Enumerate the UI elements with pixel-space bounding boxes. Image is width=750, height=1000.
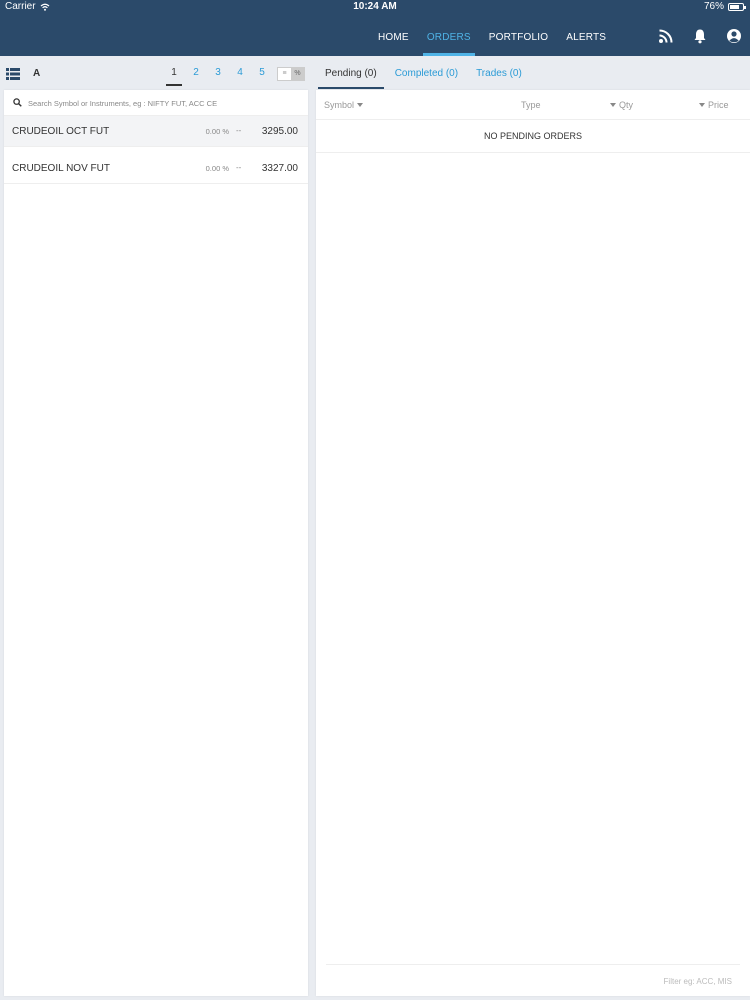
nav-orders[interactable]: ORDERS — [418, 14, 480, 56]
column-type[interactable]: Type — [521, 100, 541, 110]
nav-alerts[interactable]: ALERTS — [557, 14, 615, 56]
watchlist-change: -- — [236, 163, 242, 172]
view-mode-toggle[interactable]: ≡ % — [277, 67, 305, 81]
watchlist-price: 3327.00 — [261, 163, 298, 174]
battery-status: 76% — [703, 1, 746, 12]
nav-home[interactable]: HOME — [369, 14, 418, 56]
column-symbol-label: Symbol — [324, 100, 355, 110]
watchlist-page-4[interactable]: 4 — [229, 62, 251, 84]
watchlist-symbol: CRUDEOIL OCT FUT — [12, 126, 110, 137]
watchlist-page-3[interactable]: 3 — [207, 62, 229, 84]
column-symbol[interactable]: Symbol — [324, 100, 364, 110]
battery-icon — [728, 2, 746, 11]
sort-caret-icon — [357, 103, 364, 107]
watchlist-header: A 1 2 3 4 5 ≡ % — [0, 62, 310, 88]
watchlist-symbol: CRUDEOIL NOV FUT — [12, 163, 110, 174]
watchlist-page-5[interactable]: 5 — [251, 62, 273, 84]
watchlist-change: -- — [236, 126, 242, 135]
column-qty[interactable]: Qty — [610, 100, 633, 110]
orders-table-header: Symbol Type Qty Price — [316, 90, 750, 120]
list-icon[interactable] — [6, 68, 20, 80]
watchlist-page-2[interactable]: 2 — [185, 62, 207, 84]
nav-icons — [658, 28, 742, 44]
status-bar: Carrier 10:24 AM 76% — [0, 0, 750, 14]
column-price[interactable]: Price — [699, 100, 729, 110]
user-icon[interactable] — [726, 28, 742, 44]
watchlist-pages: 1 2 3 4 5 — [163, 62, 273, 86]
search-input[interactable] — [28, 95, 298, 111]
top-navbar: HOME ORDERS PORTFOLIO ALERTS — [0, 14, 750, 56]
filter-input[interactable] — [592, 974, 732, 988]
watchlist-change-pct: 0.00 % — [205, 127, 229, 136]
search-bar — [4, 90, 308, 116]
column-price-label: Price — [708, 100, 729, 110]
column-type-label: Type — [521, 100, 541, 110]
nav-portfolio[interactable]: PORTFOLIO — [480, 14, 557, 56]
rss-icon[interactable] — [658, 28, 674, 44]
watchlist-page-1[interactable]: 1 — [163, 62, 185, 86]
filter-bar — [326, 964, 740, 996]
nav-links: HOME ORDERS PORTFOLIO ALERTS — [369, 14, 615, 56]
watchlist-change-pct: 0.00 % — [205, 164, 229, 173]
tab-pending[interactable]: Pending (0) — [316, 62, 386, 89]
watchlist-group-label[interactable]: A — [33, 68, 40, 79]
view-mode-percent[interactable]: % — [291, 68, 304, 80]
column-qty-label: Qty — [619, 100, 634, 110]
sort-caret-icon — [610, 103, 616, 107]
clock: 10:24 AM — [353, 1, 397, 12]
view-mode-list[interactable]: ≡ — [278, 68, 291, 80]
watchlist-row[interactable]: CRUDEOIL OCT FUT 0.00 % -- 3295.00 — [4, 116, 308, 147]
tab-completed[interactable]: Completed (0) — [386, 62, 467, 88]
orders-panel: Symbol Type Qty Price NO PENDING ORDERS — [316, 90, 750, 996]
empty-orders-message: NO PENDING ORDERS — [483, 131, 582, 141]
order-tabs: Pending (0) Completed (0) Trades (0) — [316, 62, 531, 89]
tab-trades[interactable]: Trades (0) — [467, 62, 531, 88]
sort-caret-icon — [699, 103, 705, 107]
watchlist-price: 3295.00 — [261, 126, 298, 137]
battery-percent: 76% — [703, 1, 724, 12]
search-icon — [13, 98, 22, 107]
bell-icon[interactable] — [692, 28, 708, 44]
watchlist-row[interactable]: CRUDEOIL NOV FUT 0.00 % -- 3327.00 — [4, 153, 308, 184]
watchlist-panel: CRUDEOIL OCT FUT 0.00 % -- 3295.00 CRUDE… — [4, 90, 308, 996]
orders-empty-row: NO PENDING ORDERS — [316, 120, 750, 153]
